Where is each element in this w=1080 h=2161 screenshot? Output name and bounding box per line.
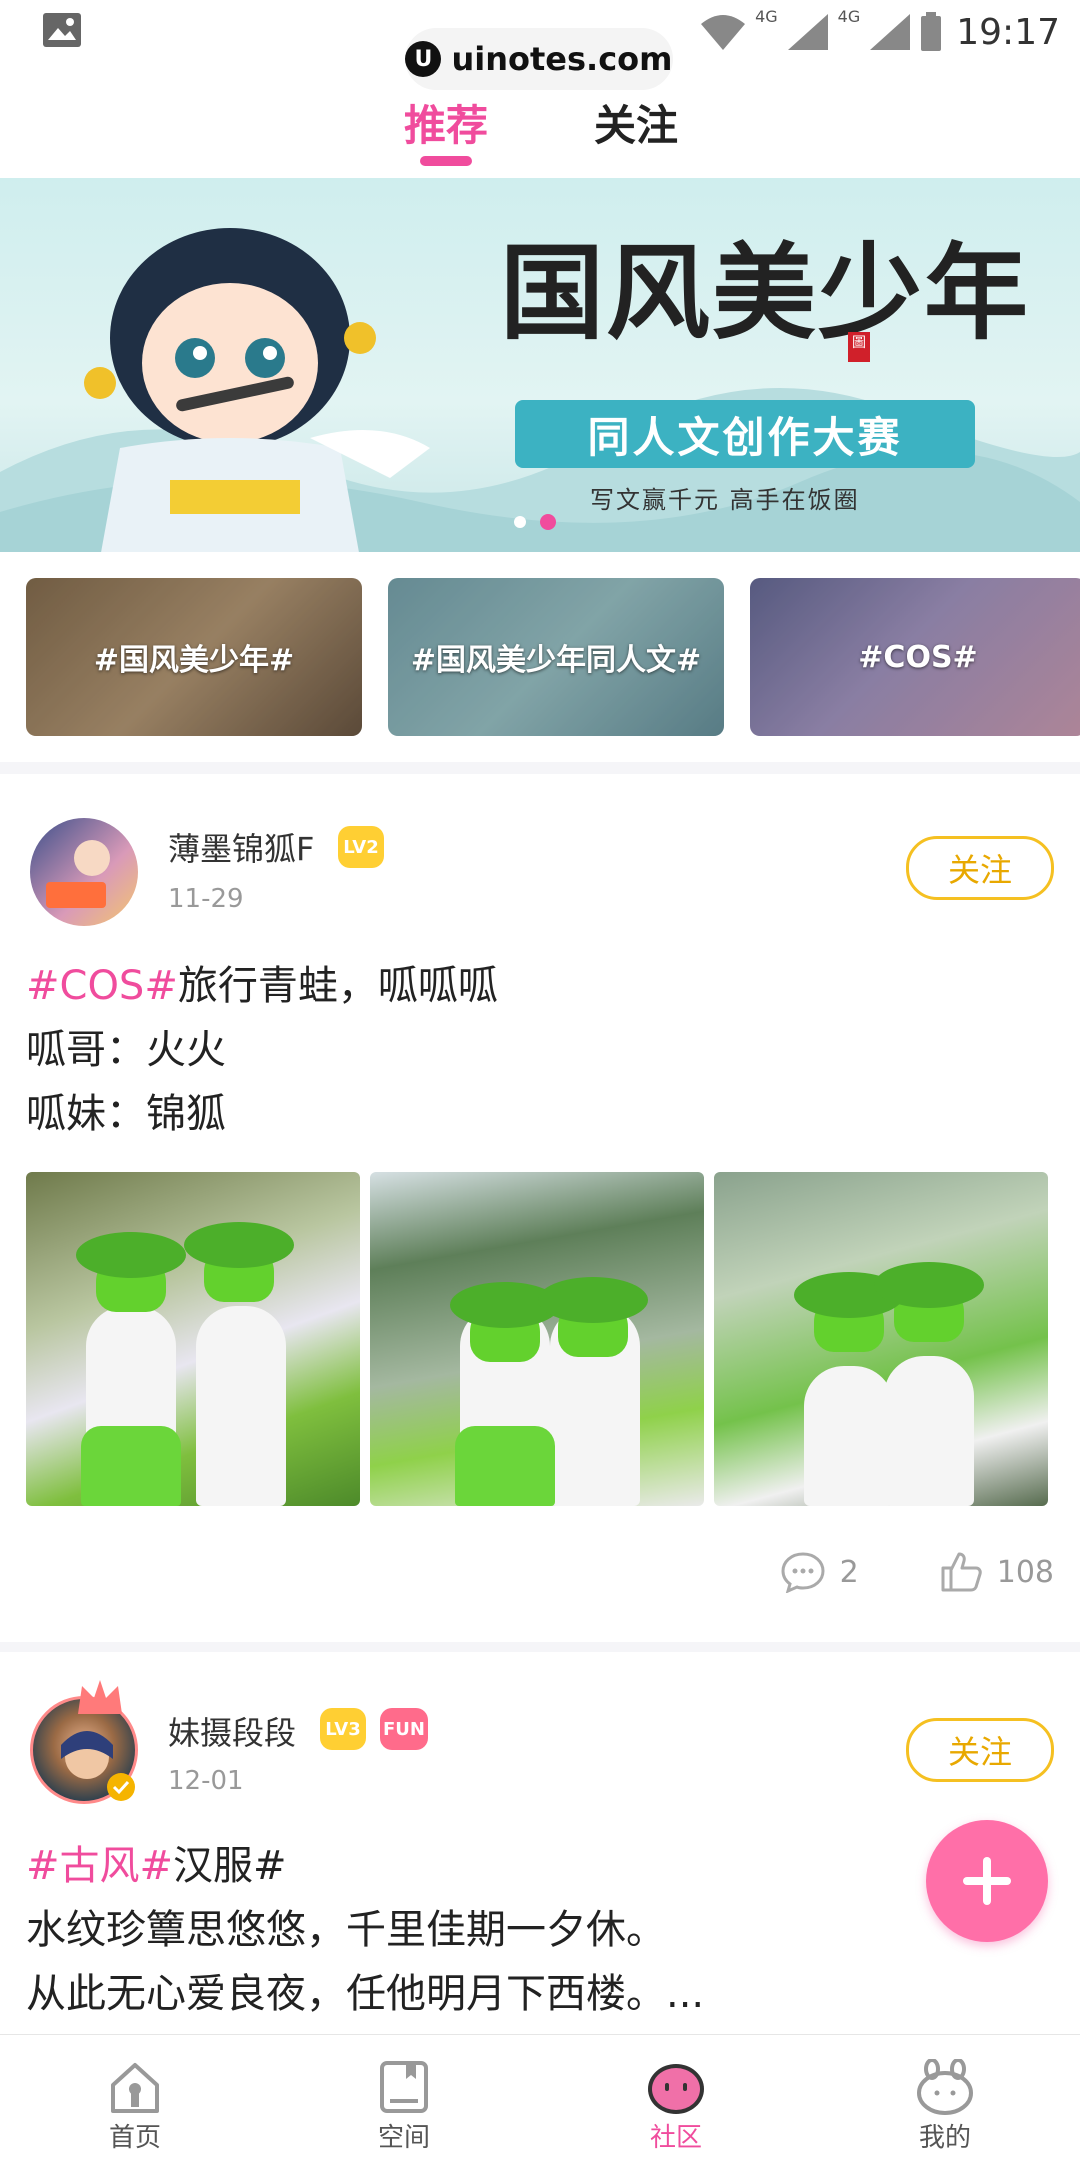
thumbs-up-icon: [941, 1552, 982, 1592]
level-badge: LV3: [320, 1708, 366, 1750]
battery-icon: [921, 12, 942, 51]
post-hashtag[interactable]: #古风#: [26, 1843, 173, 1889]
status-icons: 4G 4G 19:17: [699, 6, 1060, 58]
gallery-notification-icon: [43, 13, 81, 47]
nav-label: 社区: [649, 2123, 702, 2153]
level-badge: LV2: [338, 826, 384, 868]
active-tab-indicator: [420, 156, 472, 166]
post-tag-rest: 汉服#: [173, 1843, 287, 1889]
topic-label: #COS#: [858, 639, 978, 675]
profile-icon: [917, 2059, 973, 2115]
topic-card[interactable]: #COS#: [750, 578, 1080, 736]
tab-recommend[interactable]: 推荐: [404, 92, 488, 153]
topic-label: #国风美少年同人文#: [410, 643, 702, 678]
community-icon: [648, 2064, 704, 2114]
topic-label: #国风美少年#: [93, 643, 295, 678]
post-hashtag[interactable]: #COS#: [26, 963, 178, 1009]
post-stats: 2 108: [700, 1550, 1054, 1594]
username[interactable]: 妹摄段段: [168, 1708, 296, 1754]
nav-item-home[interactable]: 首页: [75, 2059, 195, 2154]
topic-carousel: #国风美少年# #国风美少年同人文# #COS#: [26, 578, 1080, 736]
network-type-2: 4G: [837, 6, 861, 26]
signal-icon: [787, 14, 828, 50]
pagination-dot: [514, 516, 526, 528]
banner-pagination: [514, 514, 556, 530]
comment-count: 2: [839, 1554, 859, 1590]
promo-banner[interactable]: 国风美少年 圖 同人文创作大赛 写文赢千元 高手在饭圈: [0, 178, 1080, 552]
banner-seal: 圖: [848, 332, 870, 362]
topic-card[interactable]: #国风美少年#: [26, 578, 362, 736]
nav-label: 我的: [918, 2123, 971, 2153]
avatar[interactable]: [30, 818, 138, 926]
nav-item-space[interactable]: 空间: [344, 2059, 464, 2154]
watermark-text: uinotes.com: [451, 40, 673, 78]
avatar-crown-icon: [78, 1680, 122, 1714]
watermark-pill: U uinotes.com: [405, 28, 673, 90]
post-photo-grid: [26, 1172, 1048, 1506]
nav-item-community[interactable]: 社区: [616, 2059, 736, 2154]
comment-stat[interactable]: 2: [780, 1551, 859, 1593]
post-content[interactable]: #COS#旅行青蛙，呱呱呱 呱哥：火火 呱妹：锦狐: [26, 954, 498, 1146]
nav-label: 空间: [377, 2123, 430, 2153]
post-line: 水纹珍簟思悠悠，千里佳期一夕休。: [26, 1907, 666, 1953]
username[interactable]: 薄墨锦狐F: [168, 824, 314, 870]
follow-button[interactable]: 关注: [906, 1718, 1054, 1782]
post-photo[interactable]: [714, 1172, 1048, 1506]
banner-character-illustration: [84, 228, 430, 552]
banner-ribbon: 同人文创作大赛: [515, 400, 975, 468]
section-divider: [0, 762, 1080, 774]
signal-icon-2: [870, 14, 911, 50]
top-tabs: 推荐 关注: [0, 92, 1080, 172]
nav-item-mine[interactable]: 我的: [885, 2059, 1005, 2154]
banner-title: 国风美少年: [500, 231, 1031, 354]
post-line: 从此无心爱良夜，任他明月下西楼。...: [26, 1971, 705, 2017]
like-stat[interactable]: 108: [939, 1550, 1054, 1594]
tab-following[interactable]: 关注: [594, 92, 678, 153]
post-date: 11-29: [168, 884, 244, 914]
wifi-icon: [701, 15, 746, 50]
follow-button[interactable]: 关注: [906, 836, 1054, 900]
verified-badge-icon: [107, 1773, 135, 1801]
post-line: 呱妹：锦狐: [26, 1091, 226, 1137]
bottom-navigation: 首页 空间 社区 我的: [0, 2034, 1080, 2161]
like-count: 108: [996, 1554, 1054, 1590]
section-divider: [0, 1642, 1080, 1652]
network-type-1: 4G: [755, 6, 778, 26]
post-line: 呱哥：火火: [26, 1027, 226, 1073]
banner-subtitle: 写文赢千元 高手在饭圈: [590, 486, 860, 514]
post-photo[interactable]: [370, 1172, 704, 1506]
avatar-image: [46, 840, 110, 908]
post-date: 12-01: [168, 1766, 244, 1796]
pagination-dot-active: [540, 514, 556, 530]
plus-icon: [963, 1857, 1011, 1905]
fun-badge: FUN: [380, 1708, 428, 1750]
post-content[interactable]: #古风#汉服# 水纹珍簟思悠悠，千里佳期一夕休。 从此无心爱良夜，任他明月下西楼…: [26, 1834, 704, 2026]
book-icon: [380, 2061, 428, 2113]
nav-label: 首页: [108, 2123, 161, 2153]
post-line: 旅行青蛙，呱呱呱: [177, 963, 498, 1009]
watermark-logo-icon: U: [405, 41, 442, 77]
create-post-button[interactable]: [926, 1820, 1048, 1942]
home-icon: [111, 2063, 159, 2113]
topic-card[interactable]: #国风美少年同人文#: [388, 578, 724, 736]
clock: 19:17: [956, 11, 1060, 53]
post-photo[interactable]: [26, 1172, 360, 1506]
comment-icon: [781, 1552, 825, 1593]
